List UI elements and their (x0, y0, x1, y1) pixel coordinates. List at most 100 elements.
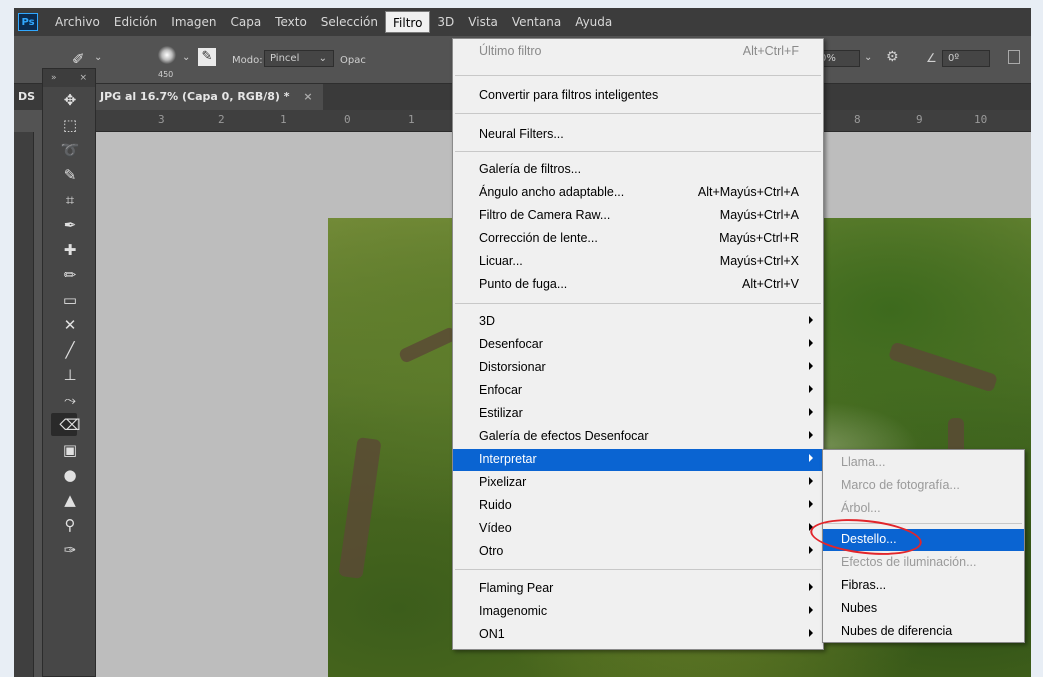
history-brush-tool-icon[interactable]: ⤳ (43, 387, 97, 412)
menu-item-on1[interactable]: ON1 (453, 624, 823, 646)
submenu-item-llama[interactable]: Llama... (823, 452, 1024, 474)
tree-branch (397, 325, 459, 365)
eyedropper-tool-icon[interactable]: ✒ (43, 212, 97, 237)
menu-item-licuar[interactable]: Licuar... Mayús+Ctrl+X (453, 251, 823, 273)
submenu-item-label: Marco de fotografía... (841, 478, 960, 492)
menu-item-punto-fuga[interactable]: Punto de fuga... Alt+Ctrl+V (453, 274, 823, 296)
filtro-dropdown-menu: Último filtro Alt+Ctrl+F Convertir para … (452, 38, 824, 650)
submenu-item-marco-fotografia[interactable]: Marco de fotografía... (823, 475, 1024, 497)
spot-healing-tool-icon[interactable]: ✚ (43, 237, 97, 262)
menu-3d[interactable]: 3D (430, 11, 461, 33)
tools-panel-header[interactable]: » × (43, 69, 95, 87)
menu-seleccion[interactable]: Selección (314, 11, 385, 33)
menu-item-label: Otro (479, 544, 504, 558)
airbrush-gear-icon[interactable]: ⚙ (886, 49, 899, 65)
menu-item-correccion-lente[interactable]: Corrección de lente... Mayús+Ctrl+R (453, 228, 823, 250)
menu-item-enfocar[interactable]: Enfocar (453, 380, 823, 402)
menu-ventana[interactable]: Ventana (505, 11, 568, 33)
menu-item-galeria-efectos-desenfocar[interactable]: Galería de efectos Desenfocar (453, 426, 823, 448)
menu-item-pixelizar[interactable]: Pixelizar (453, 472, 823, 494)
submenu-item-arbol[interactable]: Árbol... (823, 498, 1024, 520)
brush-stroke-tool-icon[interactable]: ╱ (43, 337, 97, 362)
menu-vista[interactable]: Vista (461, 11, 505, 33)
submenu-item-label: Fibras... (841, 578, 887, 592)
dodge-tool-icon[interactable]: ⚲ (43, 512, 97, 537)
pen-tool-icon[interactable]: ✑ (43, 537, 97, 562)
menu-capa[interactable]: Capa (223, 11, 268, 33)
brush-tool-icon[interactable]: ✏ (43, 262, 97, 287)
mode-value: Pincel (270, 53, 300, 64)
menu-item-galeria-filtros[interactable]: Galería de filtros... (453, 159, 823, 181)
mode-label: Modo: (232, 55, 263, 66)
move-tool-icon[interactable]: ✥ (43, 87, 97, 112)
menu-edicion[interactable]: Edición (107, 11, 164, 33)
sharpen-tool-icon[interactable]: ▲ (43, 487, 97, 512)
submenu-item-efectos-iluminacion[interactable]: Efectos de iluminación... (823, 552, 1024, 574)
mode-select[interactable]: Pincel ⌄ (264, 50, 334, 67)
document-tab-prev[interactable]: DS (18, 84, 35, 110)
menu-item-interpretar[interactable]: Interpretar (453, 449, 823, 471)
menu-separator (455, 75, 821, 76)
menu-item-video[interactable]: Vídeo (453, 518, 823, 540)
eraser-preset-icon[interactable]: ✐ (72, 50, 85, 68)
flow-chevron-down-icon[interactable]: ⌄ (864, 52, 872, 63)
document-tab[interactable]: JPG al 16.7% (Capa 0, RGB/8) * × (90, 84, 323, 110)
brush-preview-icon[interactable] (158, 46, 176, 64)
angle-input[interactable]: 0º (942, 50, 990, 67)
stamp-tool-icon[interactable]: ⊥ (43, 362, 97, 387)
marquee-tool-icon[interactable]: ⬚ (43, 112, 97, 137)
menu-filtro[interactable]: Filtro (385, 11, 431, 33)
menu-texto[interactable]: Texto (268, 11, 314, 33)
menu-item-otro[interactable]: Otro (453, 541, 823, 563)
menu-item-ultimo-filtro[interactable]: Último filtro Alt+Ctrl+F (453, 41, 823, 63)
lasso-tool-icon[interactable]: ➰ (43, 137, 97, 162)
quick-selection-tool-icon[interactable]: ✎ (43, 162, 97, 187)
crop-tool-icon[interactable]: ⌗ (43, 187, 97, 212)
menu-item-shortcut: Alt+Ctrl+F (742, 44, 799, 58)
patch-tool-icon[interactable]: ▭ (43, 287, 97, 312)
menu-archivo[interactable]: Archivo (48, 11, 107, 33)
submenu-arrow-icon (809, 339, 813, 347)
menu-item-label: Interpretar (479, 452, 537, 466)
pressure-size-icon[interactable] (1008, 50, 1020, 64)
menu-imagen[interactable]: Imagen (164, 11, 223, 33)
content-aware-move-tool-icon[interactable]: ✕ (43, 312, 97, 337)
eraser-tool-icon[interactable]: ⌫ (43, 412, 97, 437)
menu-item-ruido[interactable]: Ruido (453, 495, 823, 517)
submenu-item-nubes-diferencia[interactable]: Nubes de diferencia (823, 621, 1024, 643)
brush-chevron-down-icon[interactable]: ⌄ (182, 52, 190, 63)
menu-item-camera-raw[interactable]: Filtro de Camera Raw... Mayús+Ctrl+A (453, 205, 823, 227)
submenu-arrow-icon (809, 629, 813, 637)
menu-separator (455, 151, 821, 152)
preset-chevron-down-icon[interactable]: ⌄ (94, 52, 102, 63)
menu-item-convertir-filtros-inteligentes[interactable]: Convertir para filtros inteligentes (453, 85, 823, 107)
collapse-icon[interactable]: » (51, 73, 57, 83)
submenu-item-label: Llama... (841, 455, 886, 469)
menu-separator (455, 303, 821, 304)
close-tab-icon[interactable]: × (303, 90, 312, 103)
ruler-tick: 1 (280, 113, 287, 126)
menu-item-neural-filters[interactable]: Neural Filters... (453, 124, 823, 146)
menu-item-3d[interactable]: 3D (453, 311, 823, 333)
close-panel-icon[interactable]: × (79, 73, 87, 83)
blur-tool-icon[interactable]: ● (43, 462, 97, 487)
brush-settings-icon[interactable]: ✎ (198, 48, 216, 66)
submenu-item-nubes[interactable]: Nubes (823, 598, 1024, 620)
gradient-tool-icon[interactable]: ▣ (43, 437, 97, 462)
menu-ayuda[interactable]: Ayuda (568, 11, 619, 33)
menu-item-estilizar[interactable]: Estilizar (453, 403, 823, 425)
menu-item-flaming-pear[interactable]: Flaming Pear (453, 578, 823, 600)
ruler-tick: 8 (854, 113, 861, 126)
ruler-tick: 9 (916, 113, 923, 126)
ruler-tick: 3 (158, 113, 165, 126)
menu-item-angulo-ancho[interactable]: Ángulo ancho adaptable... Alt+Mayús+Ctrl… (453, 182, 823, 204)
menu-item-imagenomic[interactable]: Imagenomic (453, 601, 823, 623)
menu-separator (455, 113, 821, 114)
menu-item-distorsionar[interactable]: Distorsionar (453, 357, 823, 379)
menu-item-desenfocar[interactable]: Desenfocar (453, 334, 823, 356)
menu-bar: Ps Archivo Edición Imagen Capa Texto Sel… (14, 8, 1031, 36)
submenu-item-fibras[interactable]: Fibras... (823, 575, 1024, 597)
menu-item-label: ON1 (479, 627, 505, 641)
menu-item-label: Punto de fuga... (479, 277, 568, 291)
submenu-arrow-icon (809, 316, 813, 324)
